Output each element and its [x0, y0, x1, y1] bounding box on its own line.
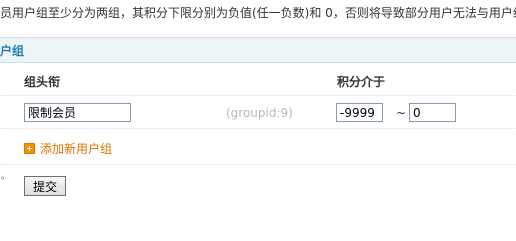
column-header-group-title: 组头衔	[24, 75, 61, 89]
row-divider	[0, 128, 516, 129]
range-separator: ~	[396, 106, 407, 120]
column-header-credits-range: 积分介于	[337, 75, 386, 89]
section-header-bar: 户组	[0, 37, 516, 63]
usergroup-settings-panel: 员用户组至少分为两组，其积分下限分别为负值(任一负数)和 0，否则将导致部分用户…	[0, 0, 516, 241]
plus-square-icon	[24, 142, 35, 154]
add-usergroup-label: 添加新用户组	[40, 141, 113, 156]
instruction-notice: 员用户组至少分为两组，其积分下限分别为负值(任一负数)和 0，否则将导致部分用户…	[0, 6, 516, 20]
submit-button[interactable]: 提交	[24, 176, 66, 196]
credits-lower-input[interactable]	[336, 103, 383, 122]
section-title: 户组	[0, 44, 25, 58]
edge-mark: °	[0, 176, 5, 187]
group-title-input[interactable]	[24, 103, 131, 122]
credits-upper-input[interactable]	[409, 103, 456, 122]
row-divider	[0, 164, 516, 165]
row-divider	[0, 95, 516, 96]
add-usergroup-link[interactable]: 添加新用户组	[24, 140, 112, 156]
groupid-label: (groupid:9)	[226, 106, 293, 120]
